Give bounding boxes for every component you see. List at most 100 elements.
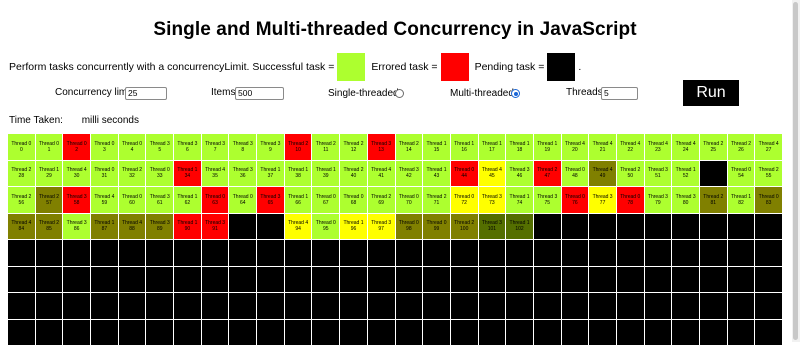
task-cell: Thread 211 — [312, 134, 339, 160]
task-index: 91 — [212, 226, 218, 232]
multi-threaded-radio[interactable] — [511, 89, 520, 98]
empty-cell — [728, 214, 755, 240]
task-cell: Thread 116 — [451, 134, 478, 160]
empty-cell — [645, 240, 672, 266]
empty-cell — [396, 240, 423, 266]
task-index: 23 — [655, 147, 661, 153]
empty-cell — [63, 240, 90, 266]
empty-cell — [617, 214, 644, 240]
task-cell: Thread 420 — [562, 134, 589, 160]
empty-cell — [146, 267, 173, 293]
empty-cell — [8, 320, 35, 345]
empty-cell — [312, 267, 339, 293]
task-index: 64 — [240, 200, 246, 206]
task-index: 69 — [378, 200, 384, 206]
empty-cell — [285, 320, 312, 345]
empty-cell — [700, 214, 727, 240]
task-cell: Thread 38 — [229, 134, 256, 160]
task-index: 34 — [185, 173, 191, 179]
task-cell: Thread 313 — [368, 134, 395, 160]
empty-cell — [285, 293, 312, 319]
empty-cell — [589, 320, 616, 345]
task-cell: Thread 118 — [506, 134, 533, 160]
run-button[interactable]: Run — [683, 80, 739, 106]
task-cell: Thread 174 — [506, 187, 533, 213]
task-index: 88 — [129, 226, 135, 232]
task-index: 38 — [295, 173, 301, 179]
task-cell — [700, 161, 727, 187]
task-index: 3 — [103, 147, 106, 153]
empty-cell — [285, 240, 312, 266]
task-cell: Thread 152 — [672, 161, 699, 187]
task-index: 18 — [517, 147, 523, 153]
task-cell: Thread 2100 — [451, 214, 478, 240]
task-cell: Thread 054 — [728, 161, 755, 187]
threads-input[interactable] — [601, 87, 638, 100]
items-input[interactable] — [235, 87, 284, 100]
empty-cell — [8, 267, 35, 293]
task-cell: Thread 445 — [479, 161, 506, 187]
intro-text: Perform tasks concurrently with a concur… — [9, 61, 334, 73]
task-index: 98 — [406, 226, 412, 232]
task-index: 68 — [351, 200, 357, 206]
task-index: 100 — [460, 226, 468, 232]
task-index: 6 — [186, 147, 189, 153]
task-cell: Thread 095 — [312, 214, 339, 240]
empty-cell — [174, 267, 201, 293]
task-cell: Thread 083 — [755, 187, 782, 213]
scrollbar[interactable] — [792, 0, 800, 342]
empty-cell — [479, 320, 506, 345]
empty-cell — [36, 240, 63, 266]
task-index: 67 — [323, 200, 329, 206]
concurrency-limit-input[interactable] — [125, 87, 167, 100]
task-index: 9 — [269, 147, 272, 153]
task-index: 70 — [406, 200, 412, 206]
task-index: 66 — [295, 200, 301, 206]
task-index: 65 — [268, 200, 274, 206]
empty-cell — [257, 240, 284, 266]
task-index: 102 — [515, 226, 523, 232]
task-index: 0 — [20, 147, 23, 153]
task-index: 82 — [738, 200, 744, 206]
empty-cell — [340, 240, 367, 266]
empty-cell — [368, 267, 395, 293]
empty-cell — [396, 293, 423, 319]
threads-label: Threads — [566, 87, 603, 98]
task-cell: Thread 031 — [91, 161, 118, 187]
success-swatch — [337, 53, 365, 81]
scrollbar-thumb[interactable] — [793, 2, 798, 340]
time-taken-unit: milli seconds — [82, 115, 139, 126]
task-cell: Thread 427 — [755, 134, 782, 160]
task-cell: Thread 380 — [672, 187, 699, 213]
task-index: 73 — [489, 200, 495, 206]
task-index: 86 — [74, 226, 80, 232]
empty-cell — [534, 240, 561, 266]
task-cell: Thread 379 — [645, 187, 672, 213]
task-cell: Thread 377 — [589, 187, 616, 213]
empty-cell — [174, 320, 201, 345]
task-index: 90 — [185, 226, 191, 232]
task-index: 31 — [102, 173, 108, 179]
task-cell: Thread 386 — [63, 214, 90, 240]
single-threaded-radio[interactable] — [395, 89, 404, 98]
empty-cell — [534, 293, 561, 319]
task-index: 44 — [461, 173, 467, 179]
task-cell: Thread 033 — [146, 161, 173, 187]
empty-cell — [257, 320, 284, 345]
task-cell: Thread 269 — [368, 187, 395, 213]
task-index: 17 — [489, 147, 495, 153]
task-index: 76 — [572, 200, 578, 206]
task-index: 8 — [241, 147, 244, 153]
task-index: 74 — [517, 200, 523, 206]
empty-cell — [8, 293, 35, 319]
task-cell: Thread 166 — [285, 187, 312, 213]
task-cell: Thread 139 — [312, 161, 339, 187]
task-cell: Thread 421 — [589, 134, 616, 160]
task-index: 47 — [544, 173, 550, 179]
empty-cell — [36, 293, 63, 319]
empty-cell — [506, 240, 533, 266]
task-cell: Thread 247 — [534, 161, 561, 187]
task-index: 21 — [600, 147, 606, 153]
empty-cell — [202, 293, 229, 319]
task-index: 101 — [488, 226, 496, 232]
